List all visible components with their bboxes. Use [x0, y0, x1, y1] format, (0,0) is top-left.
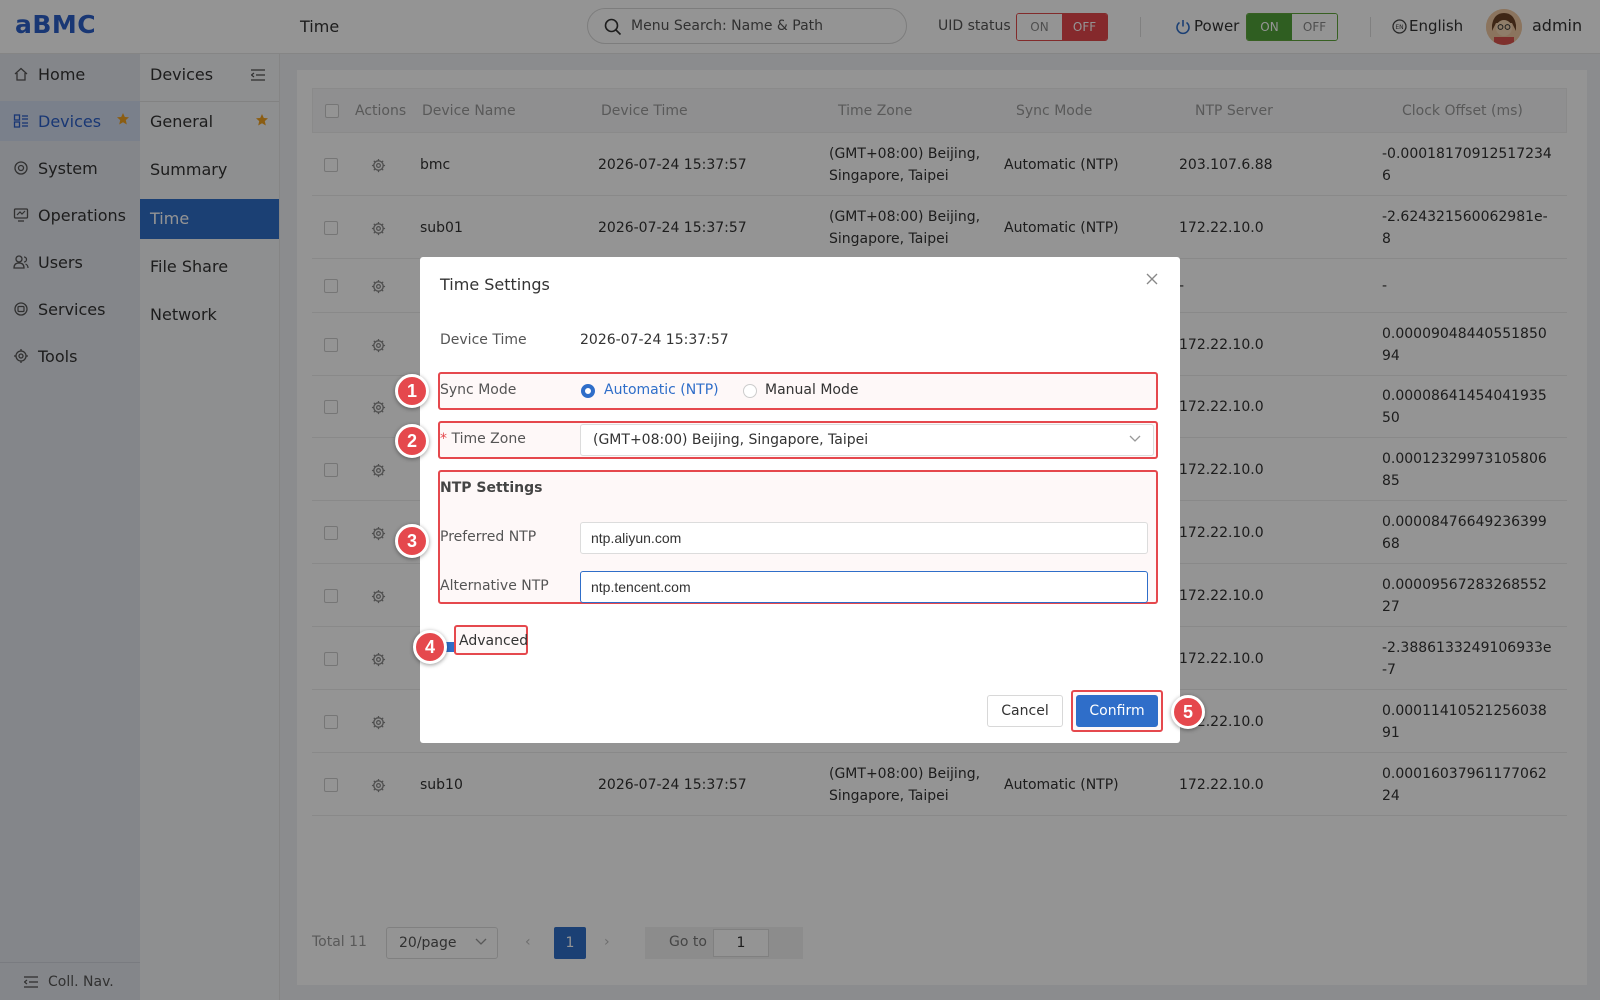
- confirm-button[interactable]: Confirm: [1076, 695, 1158, 727]
- alternative-ntp-label: Alternative NTP: [440, 578, 549, 594]
- device-time-value: 2026-07-24 15:37:57: [580, 332, 729, 348]
- time-zone-select[interactable]: (GMT+08:00) Beijing, Singapore, Taipei: [580, 424, 1154, 456]
- annotation-badge: 3: [395, 524, 429, 558]
- time-zone-value: (GMT+08:00) Beijing, Singapore, Taipei: [593, 432, 869, 448]
- annotation-badge: 4: [413, 630, 447, 664]
- sync-manual-label[interactable]: Manual Mode: [765, 382, 858, 398]
- alternative-ntp-input[interactable]: ntp.tencent.com: [580, 571, 1148, 603]
- sync-mode-label: Sync Mode: [440, 382, 517, 398]
- time-zone-label: * Time Zone: [440, 431, 526, 447]
- close-icon[interactable]: [1146, 273, 1158, 285]
- advanced-label[interactable]: Advanced: [459, 633, 528, 649]
- time-zone-label-text: Time Zone: [451, 431, 526, 447]
- preferred-ntp-label: Preferred NTP: [440, 529, 537, 545]
- sync-auto-label[interactable]: Automatic (NTP): [604, 382, 719, 398]
- annotation-badge: 2: [395, 424, 429, 458]
- ntp-settings-heading: NTP Settings: [440, 480, 543, 496]
- sync-auto-radio[interactable]: [581, 384, 595, 398]
- sync-manual-radio[interactable]: [743, 384, 757, 398]
- preferred-ntp-input[interactable]: ntp.aliyun.com: [580, 522, 1148, 554]
- time-settings-dialog: Time Settings Device Time 2026-07-24 15:…: [420, 257, 1180, 743]
- chevron-down-icon: [1129, 435, 1141, 442]
- cancel-button[interactable]: Cancel: [987, 695, 1063, 727]
- required-mark: *: [440, 431, 447, 447]
- dialog-title: Time Settings: [440, 275, 550, 294]
- annotation-badge: 1: [395, 374, 429, 408]
- annotation-badge: 5: [1171, 695, 1205, 729]
- device-time-label: Device Time: [440, 332, 527, 348]
